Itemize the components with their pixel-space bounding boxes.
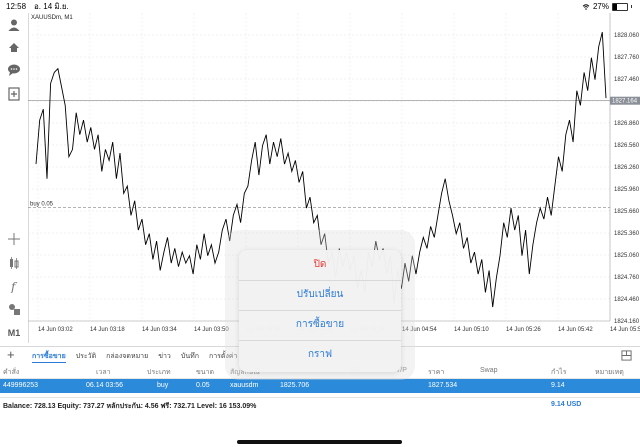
table-row[interactable]: 449996253 06.14 03:56 buy 0.05 xauusdm 1… — [0, 379, 640, 393]
x-tick-label: 14 Jun 05:42 — [558, 327, 593, 333]
col-swap: Swap — [480, 367, 498, 374]
col-size: ขนาด — [196, 369, 215, 376]
y-tick-label: 1827.760 — [614, 55, 640, 61]
battery-icon — [612, 2, 628, 11]
status-bar: 12:58 อ. 14 มิ.ย. 27% — [0, 0, 640, 13]
x-tick-label: 14 Jun 05:26 — [506, 327, 541, 333]
col-type: ประเภท — [147, 369, 171, 376]
status-time: 12:58 — [6, 2, 27, 11]
order-context-menu: ปิด ปรับเปลี่ยน การซื้อขาย กราฟ — [239, 250, 401, 372]
status-right: 27% — [582, 0, 632, 13]
x-tick-label: 14 Jun 03:34 — [142, 327, 177, 333]
row-type: buy — [157, 382, 169, 389]
balance-bar: Balance: 728.13 Equity: 737.27 หลักประกั… — [0, 397, 640, 412]
y-tick-label: 1826.560 — [614, 143, 640, 149]
row-time: 06.14 03:56 — [86, 382, 123, 389]
total-profit: 9.14 USD — [551, 401, 582, 408]
tab-history[interactable]: ประวัติ — [76, 351, 96, 363]
y-tick-label: 1826.860 — [614, 121, 640, 127]
row-order: 449996253 — [3, 382, 39, 389]
account-icon[interactable] — [6, 17, 22, 33]
modify-order-button[interactable]: ปรับเปลี่ยน — [239, 280, 401, 311]
col-order: คำสั่ง — [3, 369, 20, 376]
function-icon[interactable]: f — [6, 278, 22, 294]
y-tick-label: 1826.260 — [614, 165, 640, 171]
col-profit: กำไร — [551, 369, 567, 376]
row-symbol: xauusdm — [230, 382, 259, 389]
wifi-icon — [582, 3, 590, 10]
x-tick-label: 14 Jun 05:58 — [610, 327, 640, 333]
tab-journal[interactable]: บันทึก — [181, 351, 199, 363]
y-tick-label: 1828.060 — [614, 33, 640, 39]
y-tick-label: 1825.360 — [614, 231, 640, 237]
row-open-price: 1825.706 — [280, 382, 310, 389]
chat-icon[interactable] — [6, 62, 22, 78]
x-tick-label: 14 Jun 05:10 — [454, 327, 489, 333]
left-toolbar: f M1 — [0, 13, 29, 343]
chart-symbol: XAUUSDm, M1 — [31, 15, 73, 21]
row-price: 1827.534 — [428, 382, 458, 389]
new-order-icon[interactable] — [6, 86, 22, 102]
col-price: ราคา — [428, 369, 445, 376]
current-price-label: 1827.164 — [612, 99, 638, 105]
crosshair-icon[interactable] — [6, 231, 22, 247]
indicators-icon[interactable] — [6, 255, 22, 271]
add-icon[interactable]: + — [7, 348, 15, 362]
timeframe-button[interactable]: M1 — [6, 325, 22, 341]
battery-cap — [631, 5, 632, 8]
terminal-tabs: การซื้อขาย ประวัติ กล่องจดหมาย ข่าว บันท… — [32, 351, 237, 363]
home-indicator — [237, 440, 402, 444]
chart-button[interactable]: กราฟ — [239, 340, 401, 370]
row-profit: 9.14 — [551, 382, 565, 389]
tab-news[interactable]: ข่าว — [158, 351, 171, 363]
status-date: อ. 14 มิ.ย. — [34, 2, 69, 11]
tab-trade[interactable]: การซื้อขาย — [32, 351, 66, 363]
balance-text: Balance: 728.13 Equity: 737.27 หลักประกั… — [3, 403, 257, 410]
y-tick-label: 1824.460 — [614, 297, 640, 303]
tab-mailbox[interactable]: กล่องจดหมาย — [106, 351, 148, 363]
buy-level-label: buy 0.05 — [30, 202, 54, 208]
y-tick-label: 1825.660 — [614, 209, 640, 215]
y-tick-label: 1827.460 — [614, 77, 640, 83]
col-comment: หมายเหตุ — [595, 369, 624, 376]
objects-icon[interactable] — [6, 301, 22, 317]
y-tick-label: 1824.760 — [614, 275, 640, 281]
trade-arrows-icon[interactable] — [6, 39, 22, 55]
y-tick-label: 1824.160 — [614, 319, 640, 325]
row-size: 0.05 — [196, 382, 210, 389]
x-tick-label: 14 Jun 03:02 — [38, 327, 73, 333]
y-tick-label: 1825.960 — [614, 187, 640, 193]
col-time: เวลา — [96, 369, 111, 376]
y-tick-label: 1825.060 — [614, 253, 640, 259]
trade-button[interactable]: การซื้อขาย — [239, 310, 401, 341]
close-order-button[interactable]: ปิด — [239, 250, 401, 281]
x-tick-label: 14 Jun 03:18 — [90, 327, 125, 333]
battery-percent: 27% — [592, 2, 609, 11]
svg-text:f: f — [10, 280, 18, 293]
layout-toggle-icon[interactable] — [621, 350, 632, 361]
